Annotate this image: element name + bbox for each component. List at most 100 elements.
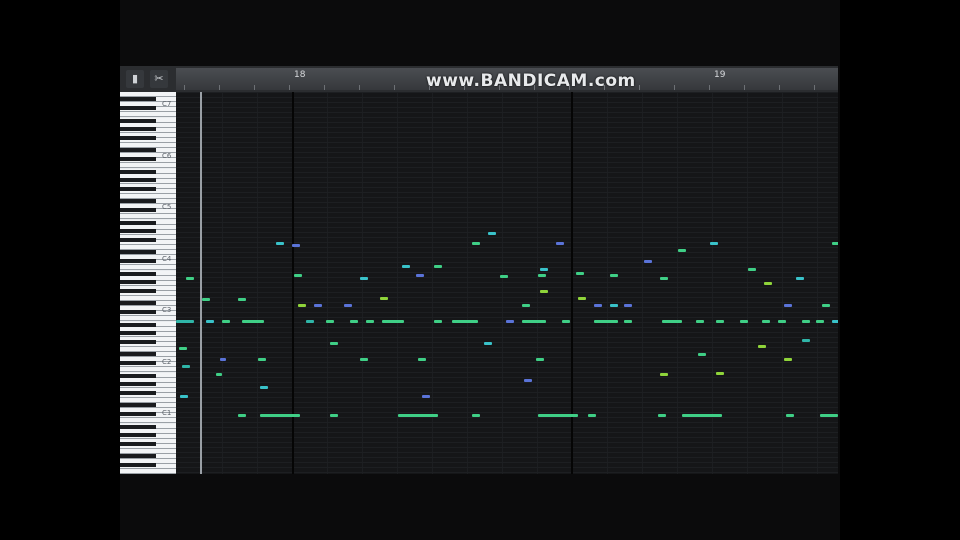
midi-note[interactable] [330,414,338,417]
timeline-ruler[interactable]: 18 19 www.BANDICAM.com [176,68,838,91]
midi-note[interactable] [698,353,706,356]
midi-note[interactable] [294,274,302,277]
piano-key-black[interactable] [120,352,156,357]
midi-note[interactable] [624,304,632,307]
midi-note[interactable] [434,320,442,323]
midi-note[interactable] [660,373,668,376]
midi-note[interactable] [366,320,374,323]
midi-note[interactable] [764,282,772,285]
piano-key-black[interactable] [120,229,156,233]
midi-note[interactable] [796,277,804,280]
midi-note[interactable] [484,342,492,345]
midi-note[interactable] [242,320,264,323]
midi-note[interactable] [644,260,652,263]
midi-note[interactable] [276,242,284,245]
midi-note[interactable] [658,414,666,417]
midi-note[interactable] [540,290,548,293]
midi-note[interactable] [660,277,668,280]
midi-note[interactable] [344,304,352,307]
midi-note[interactable] [696,320,704,323]
midi-note[interactable] [350,320,358,323]
piano-key-black[interactable] [120,309,156,314]
midi-note[interactable] [238,414,246,417]
piano-key-black[interactable] [120,424,156,429]
midi-note[interactable] [748,268,756,271]
midi-note[interactable] [594,320,618,323]
piano-key-black[interactable] [120,169,156,174]
piano-key-black[interactable] [120,148,156,153]
piano-key-black[interactable] [120,441,156,446]
midi-note[interactable] [540,268,548,271]
piano-key-black[interactable] [120,105,156,110]
midi-note[interactable] [538,414,578,417]
midi-note[interactable] [758,345,766,348]
piano-key-black[interactable] [120,199,156,204]
midi-note[interactable] [716,372,724,375]
midi-note[interactable] [786,414,794,417]
piano-key-black[interactable] [120,220,156,225]
midi-note[interactable] [816,320,824,323]
midi-note[interactable] [556,242,564,245]
midi-note[interactable] [802,320,810,323]
piano-key-black[interactable] [120,127,156,131]
piano-key[interactable] [120,469,176,474]
midi-note[interactable] [522,304,530,307]
midi-note[interactable] [202,298,210,301]
midi-note[interactable] [330,342,338,345]
midi-note[interactable] [832,320,838,323]
piano-key-black[interactable] [120,97,156,102]
midi-note[interactable] [220,358,226,361]
midi-note[interactable] [536,358,544,361]
midi-note[interactable] [538,274,546,277]
midi-note[interactable] [402,265,410,268]
midi-note[interactable] [784,358,792,361]
midi-note[interactable] [578,297,586,300]
midi-note[interactable] [522,320,546,323]
midi-note[interactable] [588,414,596,417]
midi-note[interactable] [216,373,222,376]
midi-note[interactable] [206,320,214,323]
piano-key-black[interactable] [120,390,156,395]
midi-note[interactable] [186,277,194,280]
piano-key-black[interactable] [120,339,156,344]
piano-key-black[interactable] [120,118,156,123]
piano-key-black[interactable] [120,280,156,284]
midi-note[interactable] [380,297,388,300]
piano-key-black[interactable] [120,322,156,327]
midi-note[interactable] [326,320,334,323]
piano-key-black[interactable] [120,301,156,306]
midi-note[interactable] [710,242,718,245]
midi-note[interactable] [784,304,792,307]
midi-note[interactable] [238,298,246,301]
midi-note[interactable] [222,320,230,323]
piano-key-black[interactable] [120,454,156,459]
midi-note[interactable] [624,320,632,323]
scissors-icon[interactable]: ✂ [150,70,168,88]
midi-note[interactable] [662,320,682,323]
midi-note[interactable] [360,358,368,361]
midi-note[interactable] [488,232,496,235]
midi-note[interactable] [360,277,368,280]
midi-note[interactable] [682,414,722,417]
midi-note[interactable] [610,304,618,307]
midi-note[interactable] [298,304,306,307]
piano-keyboard[interactable]: C7 C6 C5 C4 C3 C2 C1 [120,92,176,474]
midi-note[interactable] [500,275,508,278]
midi-note[interactable] [562,320,570,323]
midi-note[interactable] [180,395,188,398]
midi-note[interactable] [762,320,770,323]
piano-key-black[interactable] [120,288,156,293]
midi-note[interactable] [398,414,438,417]
piano-key-black[interactable] [120,462,156,467]
piano-key-black[interactable] [120,403,156,408]
midi-note[interactable] [524,379,532,382]
piano-key-black[interactable] [120,207,156,212]
midi-note[interactable] [434,265,442,268]
midi-note[interactable] [610,274,618,277]
midi-note[interactable] [292,244,300,247]
piano-key-black[interactable] [120,271,156,276]
midi-note[interactable] [416,274,424,277]
midi-note[interactable] [778,320,786,323]
midi-note[interactable] [176,320,194,323]
midi-note[interactable] [182,365,190,368]
